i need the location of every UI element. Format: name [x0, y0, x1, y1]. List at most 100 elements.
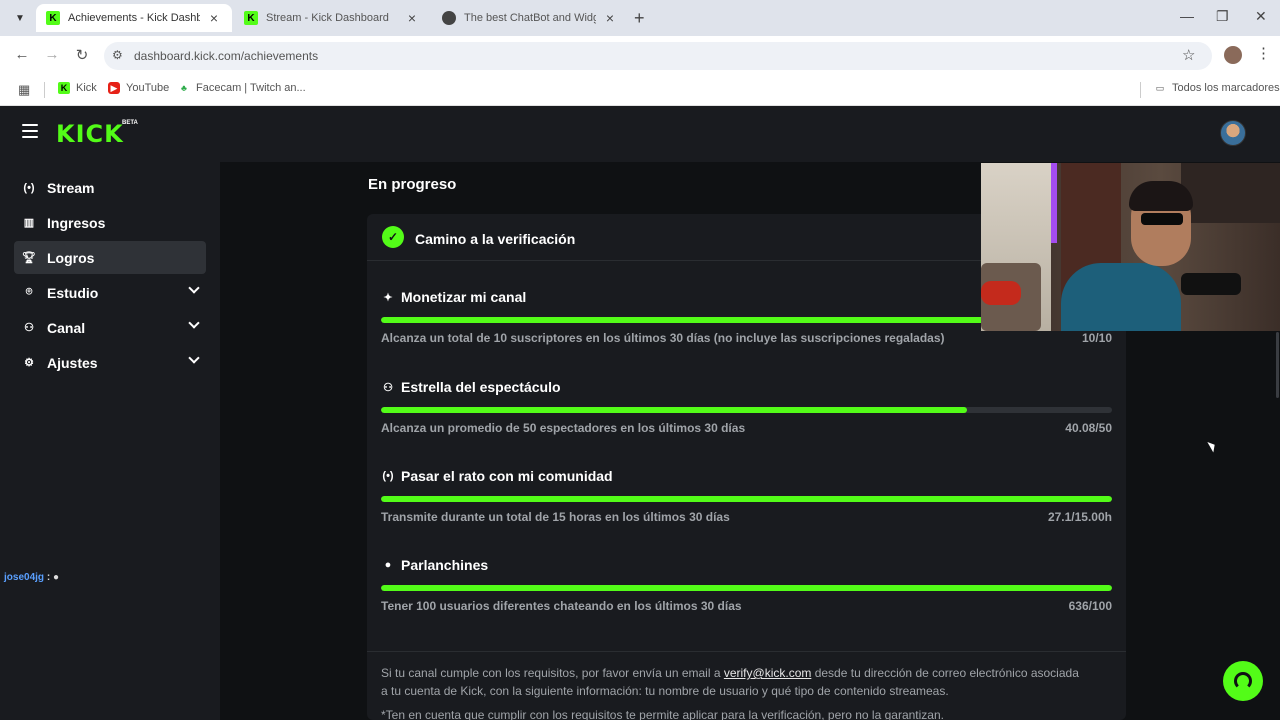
address-bar[interactable]: ⚙ dashboard.kick.com/achievements: [104, 42, 1212, 70]
browser-profile-avatar[interactable]: [1224, 46, 1242, 64]
bookmarks-divider: [44, 82, 45, 98]
sidebar-item-label: Estudio: [47, 284, 99, 301]
studio-icon: ⌾: [25, 286, 33, 298]
tab-label: Stream - Kick Dashboard: [266, 12, 389, 24]
webcam-overlay: [981, 163, 1280, 331]
user-avatar[interactable]: [1220, 120, 1246, 146]
sidebar-item-canal[interactable]: ⚇ Canal: [14, 311, 206, 344]
requirement-title: Monetizar mi canal: [401, 289, 527, 305]
webcam-person-body: [1061, 263, 1181, 331]
sidebar-item-ajustes[interactable]: ⚙ Ajustes: [14, 346, 206, 379]
bookmark-youtube[interactable]: ▶ YouTube: [108, 82, 169, 94]
bookmark-kick[interactable]: K Kick: [58, 82, 97, 94]
sidebar-item-label: Stream: [47, 179, 95, 196]
requirement-value: 10/10: [1081, 331, 1112, 345]
webcam-person-glasses: [1141, 213, 1183, 225]
progress-fill: [381, 496, 1112, 502]
requirement-title: Estrella del espectáculo: [401, 379, 561, 395]
site-info-icon[interactable]: ⚙: [112, 48, 123, 62]
back-arrow-icon[interactable]: ←: [12, 46, 32, 63]
requirement-header: ⚇ Estrella del espectáculo: [381, 379, 561, 395]
kick-header: KICK BETA: [0, 106, 1280, 162]
requirement-title: Parlanchines: [401, 557, 489, 573]
requirement-value: 40.08/50: [1065, 421, 1112, 435]
sidebar-item-label: Ingresos: [47, 214, 106, 231]
minimize-icon[interactable]: —: [1180, 8, 1194, 24]
sidebar-item-label: Canal: [47, 319, 86, 336]
requirement-description: Alcanza un total de 10 suscriptores en l…: [381, 331, 945, 345]
chevron-down-icon: [188, 282, 200, 294]
kick-favicon-icon: K: [46, 11, 60, 25]
section-title: En progreso: [368, 176, 457, 193]
youtube-icon: ▶: [108, 82, 120, 94]
new-tab-plus-icon[interactable]: +: [634, 8, 645, 29]
forward-arrow-icon[interactable]: →: [42, 46, 62, 63]
browser-tab-bar: ▼ K Achievements - Kick Dashboard × K St…: [0, 0, 1280, 36]
webcam-microphone: [1181, 273, 1241, 295]
sidebar-item-estudio[interactable]: ⌾ Estudio: [14, 276, 206, 309]
tab-search-chevron-icon[interactable]: ▼: [10, 8, 30, 28]
all-bookmarks[interactable]: ▭ Todos los marcadores: [1154, 82, 1280, 94]
card-footer: Si tu canal cumple con los requisitos, p…: [367, 651, 1126, 720]
url-text: dashboard.kick.com/achievements: [134, 49, 319, 63]
restore-icon[interactable]: ❐: [1216, 8, 1229, 25]
emote-icon: ●: [52, 572, 59, 583]
close-window-icon[interactable]: ✕: [1255, 8, 1267, 25]
bookmark-label: YouTube: [126, 82, 170, 94]
requirement-value: 27.1/15.00h: [1047, 510, 1112, 524]
sidebar-item-label: Ajustes: [47, 354, 98, 371]
kick-logo[interactable]: KICK: [56, 120, 124, 148]
bookmarks-divider: [1140, 82, 1141, 98]
bookmark-star-icon[interactable]: ☆: [1182, 46, 1195, 64]
sidebar-item-logros[interactable]: 🏆︎ Logros: [14, 241, 206, 274]
apps-grid-icon[interactable]: ▦: [18, 82, 30, 98]
kick-favicon-icon: K: [244, 11, 258, 25]
close-tab-icon[interactable]: ×: [602, 10, 618, 26]
browser-menu-icon[interactable]: ⋮: [1256, 44, 1271, 62]
tab-label: The best ChatBot and Widgets f: [464, 12, 596, 24]
tab-chatbot[interactable]: The best ChatBot and Widgets f ×: [432, 4, 628, 32]
requirement-value: 636/100: [1068, 599, 1112, 613]
progress-bar: [381, 407, 1112, 413]
chat-separator: :: [46, 572, 51, 583]
requirement-title: Pasar el rato con mi comunidad: [401, 468, 613, 484]
users-icon: ⚇: [24, 322, 34, 334]
verified-badge-icon: ✓: [382, 226, 404, 248]
close-tab-icon[interactable]: ×: [206, 10, 222, 26]
tab-achievements[interactable]: K Achievements - Kick Dashboard ×: [36, 4, 232, 32]
requirement-description: Alcanza un promedio de 50 espectadores e…: [381, 421, 746, 435]
broadcast-icon: (•): [23, 181, 35, 194]
verify-email-link[interactable]: verify@kick.com: [724, 666, 812, 680]
sidebar-item-stream[interactable]: (•) Stream: [14, 171, 206, 204]
close-tab-icon[interactable]: ×: [404, 10, 420, 26]
bookmark-facecam[interactable]: ♣ Facecam | Twitch an...: [178, 82, 306, 94]
headset-icon: [1234, 672, 1252, 690]
folder-icon: ▭: [1155, 82, 1165, 93]
progress-fill: [381, 585, 1112, 591]
bookmark-label: Facecam | Twitch an...: [196, 82, 306, 94]
progress-fill: [381, 407, 967, 413]
all-bookmarks-label: Todos los marcadores: [1172, 82, 1280, 94]
gear-icon: ⚙: [24, 357, 34, 369]
sidebar-item-ingresos[interactable]: ▥ Ingresos: [14, 206, 206, 239]
hamburger-menu-icon[interactable]: [22, 124, 38, 138]
progress-bar: [381, 496, 1112, 502]
scrollbar-thumb[interactable]: [1276, 332, 1279, 398]
chatbot-favicon-icon: [442, 11, 456, 25]
support-chat-button[interactable]: [1223, 661, 1263, 701]
chevron-down-icon: [188, 352, 200, 364]
verification-instructions: Si tu canal cumple con los requisitos, p…: [381, 664, 1081, 700]
facecam-icon: ♣: [181, 83, 187, 93]
chart-icon: ▥: [23, 217, 35, 229]
bookmark-label: Kick: [76, 82, 97, 94]
reload-icon[interactable]: ↻: [72, 46, 92, 64]
chat-icon: ●: [384, 559, 392, 571]
dashboard-sidebar: (•) Stream ▥ Ingresos 🏆︎ Logros ⌾ Estudi…: [0, 162, 220, 720]
progress-bar: [381, 585, 1112, 591]
address-toolbar: ← → ↻ ⚙ dashboard.kick.com/achievements …: [0, 36, 1280, 76]
sparkle-icon: ✦: [383, 291, 393, 304]
requirement-description: Transmite durante un total de 15 horas e…: [381, 510, 730, 524]
webcam-scene-shelf: [1181, 163, 1280, 223]
tab-stream[interactable]: K Stream - Kick Dashboard ×: [234, 4, 430, 32]
sidebar-item-label: Logros: [47, 249, 95, 266]
